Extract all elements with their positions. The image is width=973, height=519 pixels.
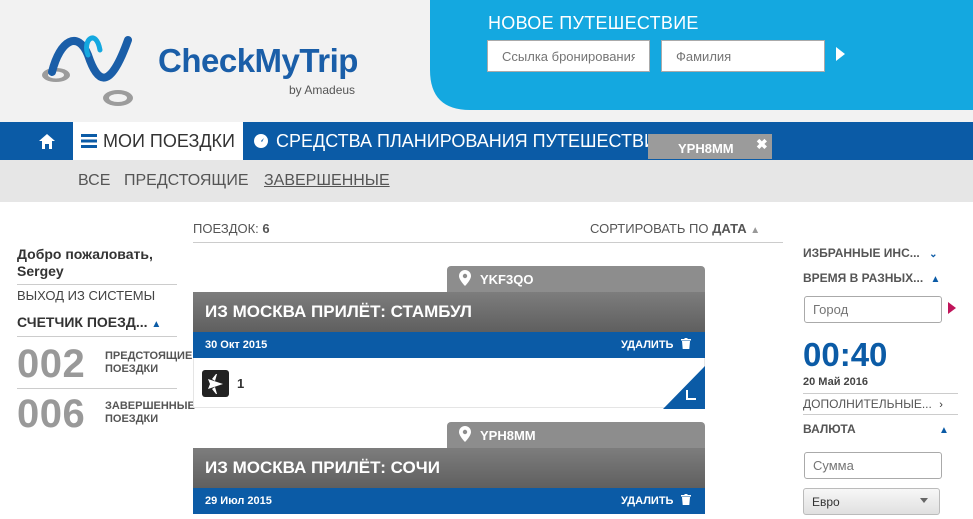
tab-planning-tools-label: СРЕДСТВА ПЛАНИРОВАНИЯ ПУТЕШЕСТВИЙ xyxy=(276,130,654,151)
upcoming-count: 002 xyxy=(17,342,86,386)
trash-icon xyxy=(680,494,691,505)
favorite-tools-label: ИЗБРАННЫЕ ИНС... xyxy=(803,246,920,260)
brand-name: CheckMyTrip xyxy=(158,42,358,79)
upcoming-label-line-1: ПРЕДСТОЯЩИЕ xyxy=(105,350,193,362)
chevron-down-icon: ⌄ xyxy=(929,249,938,260)
compass-icon xyxy=(254,134,268,148)
currency-header[interactable]: ВАЛЮТА ▲ xyxy=(803,422,949,436)
chevron-up-icon: ▲ xyxy=(938,425,949,436)
delete-label: УДАЛИТЬ xyxy=(621,339,674,351)
additional-link[interactable]: ДОПОЛНИТЕЛЬНЫЕ... › xyxy=(803,397,943,411)
location-pin-icon xyxy=(459,270,471,286)
logo-icon xyxy=(42,35,133,106)
trips-count-label: ПОЕЗДОК: xyxy=(193,221,259,236)
tab-my-trips[interactable]: МОИ ПОЕЗДКИ xyxy=(73,122,243,160)
divider xyxy=(17,284,177,285)
user-name: Sergey xyxy=(17,263,64,279)
local-time: 00:40 xyxy=(803,336,888,373)
filter-completed[interactable]: ЗАВЕРШЕННЫЕ xyxy=(264,172,390,190)
filter-upcoming[interactable]: ПРЕДСТОЯЩИЕ xyxy=(124,172,249,190)
home-button[interactable] xyxy=(22,122,72,160)
trip-date-bar: 30 Окт 2015 УДАЛИТЬ xyxy=(193,332,705,358)
currency-title: ВАЛЮТА xyxy=(803,422,856,436)
location-pin-icon xyxy=(459,426,471,442)
local-date: 20 Май 2016 xyxy=(803,376,868,388)
surname-input[interactable] xyxy=(661,40,825,72)
trip-summary xyxy=(193,358,705,408)
trip-date: 29 Июл 2015 xyxy=(205,495,272,507)
divider xyxy=(17,336,177,337)
sort-field: ДАТА xyxy=(712,221,747,236)
delete-label: УДАЛИТЬ xyxy=(621,495,674,507)
chevron-up-icon: ▲ xyxy=(930,274,941,285)
trip-code-tab: YPH8MM xyxy=(447,422,705,448)
trips-count: ПОЕЗДОК: 6 xyxy=(193,221,270,236)
trash-icon xyxy=(680,338,691,349)
trip-code-tab: YKF3QO xyxy=(447,266,705,292)
chevron-right-icon: › xyxy=(939,399,943,411)
divider xyxy=(193,242,783,243)
tooltip-trip-code: YPH8MM xyxy=(678,141,734,156)
completed-count: 006 xyxy=(17,392,86,436)
tab-my-trips-label: МОИ ПОЕЗДКИ xyxy=(103,130,235,151)
divider xyxy=(803,393,958,394)
trips-count-value: 6 xyxy=(262,221,270,236)
logout-link[interactable]: ВЫХОД ИЗ СИСТЕМЫ xyxy=(17,288,155,303)
flight-icon-box xyxy=(202,370,229,397)
welcome-text: Добро пожаловать, xyxy=(17,246,153,262)
chevron-up-icon: ▲ xyxy=(151,319,162,330)
completed-label: ЗАВЕРШЕННЫЕ ПОЕЗДКИ xyxy=(105,400,195,426)
additional-label: ДОПОЛНИТЕЛЬНЫЕ... xyxy=(803,397,932,411)
sort-up-icon: ▲ xyxy=(750,225,761,236)
trip-counter-title: СЧЕТЧИК ПОЕЗД... xyxy=(17,314,148,330)
home-icon xyxy=(39,133,55,149)
menu-icon xyxy=(81,134,97,148)
divider xyxy=(803,414,958,415)
booking-reference-input[interactable] xyxy=(487,40,650,72)
delete-trip-button[interactable]: УДАЛИТЬ xyxy=(621,494,691,507)
city-go-arrow-icon[interactable] xyxy=(948,302,956,314)
tab-planning-tools[interactable]: СРЕДСТВА ПЛАНИРОВАНИЯ ПУТЕШЕСТВИЙ xyxy=(254,122,654,160)
completed-label-line-1: ЗАВЕРШЕННЫЕ xyxy=(105,400,195,412)
trip-date-bar: 29 Июл 2015 УДАЛИТЬ xyxy=(193,488,705,514)
trip-date: 30 Окт 2015 xyxy=(205,339,268,351)
favorite-tools-link[interactable]: ИЗБРАННЫЕ ИНС... ⌄ xyxy=(803,246,938,260)
filter-all[interactable]: ВСЕ xyxy=(78,172,110,190)
trip-counter-header[interactable]: СЧЕТЧИК ПОЕЗД... ▲ xyxy=(17,314,161,330)
trip-code: YKF3QO xyxy=(480,272,534,287)
sort-label: СОРТИРОВАТЬ ПО xyxy=(590,221,709,236)
flight-count: 1 xyxy=(237,376,245,391)
upcoming-label: ПРЕДСТОЯЩИЕ ПОЕЗДКИ xyxy=(105,350,192,376)
trip-title[interactable]: ИЗ МОСКВА ПРИЛЁТ: СТАМБУЛ xyxy=(193,292,705,332)
amount-input[interactable] xyxy=(804,452,942,479)
divider xyxy=(17,388,177,389)
dropdown-caret-icon xyxy=(920,498,928,503)
trip-title[interactable]: ИЗ МОСКВА ПРИЛЁТ: СОЧИ xyxy=(193,448,705,488)
add-trip-arrow-icon[interactable] xyxy=(836,47,845,61)
airplane-icon xyxy=(208,374,223,394)
trip-code-tooltip: YPH8MM ✖ xyxy=(648,134,772,159)
completed-label-line-2: ПОЕЗДКИ xyxy=(105,413,159,425)
world-time-label: ВРЕМЯ В РАЗНЫХ... xyxy=(803,271,924,285)
trip-code: YPH8MM xyxy=(480,428,536,443)
welcome-message: Добро пожаловать, Sergey xyxy=(17,246,153,280)
world-time-link[interactable]: ВРЕМЯ В РАЗНЫХ... ▲ xyxy=(803,271,940,285)
upcoming-label-line-2: ПОЕЗДКИ xyxy=(105,363,159,375)
expand-corner-button[interactable] xyxy=(663,366,705,409)
brand-subtitle: by Amadeus xyxy=(289,83,356,97)
sort-control[interactable]: СОРТИРОВАТЬ ПО ДАТА ▲ xyxy=(590,221,760,236)
close-icon[interactable]: ✖ xyxy=(756,136,768,153)
delete-trip-button[interactable]: УДАЛИТЬ xyxy=(621,338,691,351)
new-trip-title: НОВОЕ ПУТЕШЕСТВИЕ xyxy=(488,13,699,33)
city-input[interactable] xyxy=(804,296,942,323)
